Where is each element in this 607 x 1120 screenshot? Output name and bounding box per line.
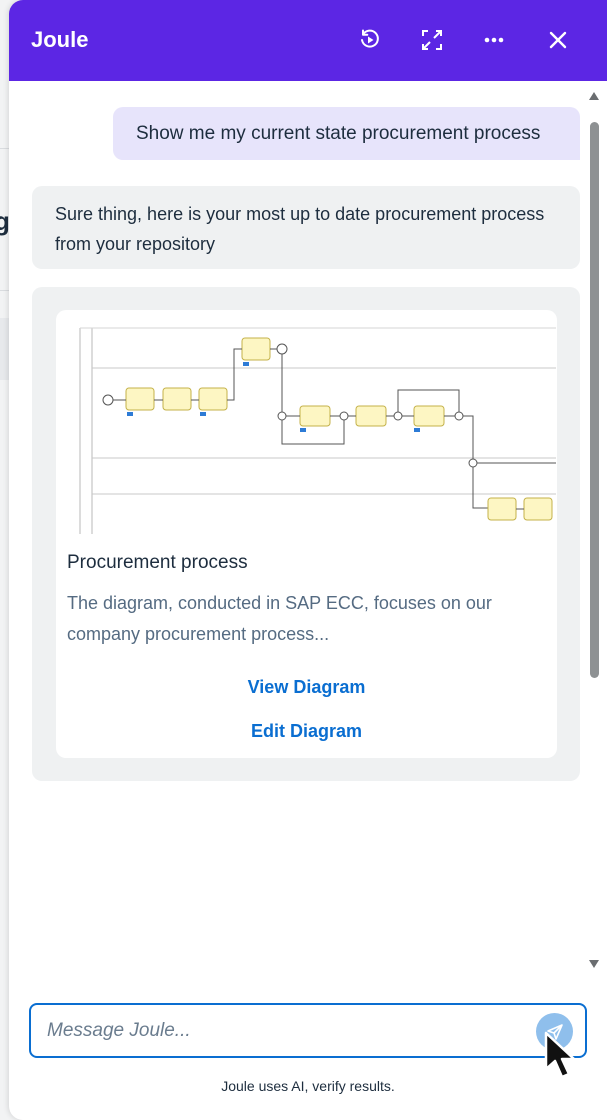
scrollbar-thumb[interactable] bbox=[590, 122, 599, 678]
mouse-pointer-icon bbox=[544, 1031, 576, 1079]
more-options-button[interactable] bbox=[476, 22, 512, 58]
close-icon bbox=[549, 31, 567, 49]
expand-button[interactable] bbox=[414, 22, 450, 58]
ai-disclaimer: Joule uses AI, verify results. bbox=[221, 1078, 395, 1094]
view-diagram-link[interactable]: View Diagram bbox=[56, 677, 557, 698]
panel-title: Joule bbox=[31, 27, 89, 52]
message-input[interactable] bbox=[47, 1017, 527, 1045]
scroll-up-arrow[interactable] bbox=[589, 92, 599, 100]
card-title: Procurement process bbox=[67, 552, 248, 573]
bot-message: Sure thing, here is your most up to date… bbox=[32, 186, 580, 269]
message-composer bbox=[29, 1003, 587, 1058]
expand-icon bbox=[422, 30, 442, 50]
close-button[interactable] bbox=[540, 22, 576, 58]
diagram-thumbnail[interactable] bbox=[68, 322, 556, 540]
edit-diagram-link[interactable]: Edit Diagram bbox=[56, 721, 557, 742]
user-message: Show me my current state procurement pro… bbox=[113, 107, 580, 160]
card-description: The diagram, conducted in SAP ECC, focus… bbox=[67, 593, 492, 644]
history-icon bbox=[361, 29, 379, 48]
scroll-down-arrow[interactable] bbox=[589, 960, 599, 968]
joule-panel: Joule Show me my current state procureme… bbox=[9, 0, 607, 1120]
more-icon bbox=[484, 37, 504, 43]
panel-header: Joule bbox=[9, 0, 607, 81]
history-button[interactable] bbox=[352, 22, 388, 58]
